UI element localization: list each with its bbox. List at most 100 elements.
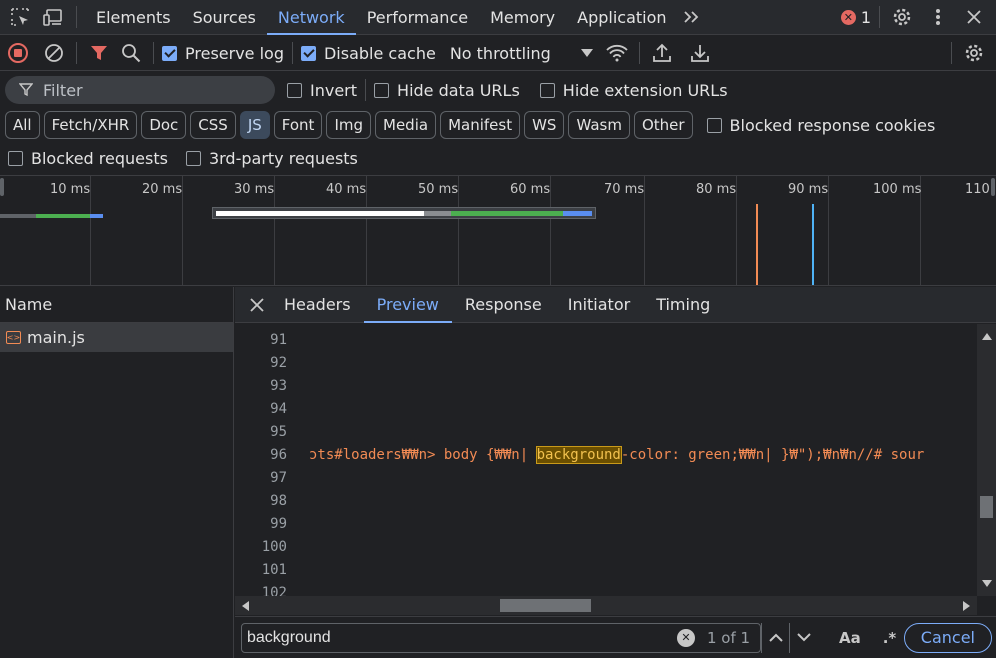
checkbox-checked[interactable] bbox=[300, 45, 316, 61]
disable-cache-checkbox[interactable]: Disable cache bbox=[300, 44, 436, 63]
invert-label: Invert bbox=[310, 80, 358, 100]
chip-media[interactable]: Media bbox=[375, 111, 437, 139]
export-har-download-icon[interactable] bbox=[686, 39, 714, 67]
preserve-log-checkbox[interactable]: Preserve log bbox=[162, 44, 284, 63]
name-column-header[interactable]: Name bbox=[0, 287, 233, 323]
tab-application[interactable]: Application bbox=[566, 0, 677, 35]
checkbox-unchecked[interactable] bbox=[706, 117, 722, 133]
tab-response[interactable]: Response bbox=[452, 287, 555, 323]
stop-recording-icon[interactable] bbox=[4, 39, 32, 67]
request-detail-panel: Headers Preview Response Initiator Timin… bbox=[235, 287, 996, 658]
hide-extension-urls-checkbox[interactable]: Hide extension URLs bbox=[539, 80, 728, 100]
filter-funnel-icon[interactable] bbox=[85, 39, 113, 67]
line-number: 99 bbox=[270, 516, 287, 532]
chip-css[interactable]: CSS bbox=[190, 111, 236, 139]
tab-performance[interactable]: Performance bbox=[356, 0, 479, 35]
tab-headers[interactable]: Headers bbox=[271, 287, 364, 323]
chip-all[interactable]: All bbox=[5, 111, 40, 139]
clear-search-icon[interactable]: ✕ bbox=[677, 628, 695, 647]
dropdown-arrow-icon bbox=[580, 49, 593, 57]
checkbox-unchecked[interactable] bbox=[539, 82, 555, 98]
invert-checkbox[interactable]: Invert bbox=[287, 81, 357, 100]
more-options-icon[interactable] bbox=[924, 3, 952, 31]
checkbox-unchecked[interactable] bbox=[287, 82, 302, 98]
tick-label: 60 ms bbox=[510, 182, 551, 197]
horizontal-scrollbar[interactable] bbox=[235, 596, 977, 615]
error-counter[interactable]: ✕ 1 bbox=[840, 7, 871, 27]
chip-img[interactable]: Img bbox=[326, 111, 372, 139]
chip-js[interactable]: JS bbox=[239, 111, 270, 139]
network-toolbar: Preserve log Disable cache No throttling bbox=[0, 36, 996, 71]
line-number: 96 bbox=[270, 447, 287, 463]
more-tabs-chevron-icon[interactable] bbox=[678, 3, 706, 31]
network-overview-timeline[interactable]: 10 ms 20 ms 30 ms 40 ms 50 ms 60 ms 70 m… bbox=[0, 175, 996, 286]
blocked-response-cookies-checkbox[interactable]: Blocked response cookies bbox=[706, 115, 936, 135]
throttling-select[interactable]: No throttling bbox=[450, 44, 593, 63]
search-input[interactable] bbox=[247, 628, 677, 647]
chip-font[interactable]: Font bbox=[273, 111, 323, 139]
divider bbox=[879, 6, 880, 28]
regex-button[interactable]: .* bbox=[883, 629, 897, 647]
chip-fetch-xhr[interactable]: Fetch/XHR bbox=[43, 111, 138, 139]
tab-initiator[interactable]: Initiator bbox=[555, 287, 643, 323]
close-detail-icon[interactable] bbox=[243, 291, 271, 319]
blocked-requests-checkbox[interactable]: Blocked requests bbox=[8, 149, 168, 168]
checkbox-unchecked[interactable] bbox=[374, 82, 390, 98]
checkbox-unchecked[interactable] bbox=[185, 150, 201, 166]
request-bar-end bbox=[563, 211, 592, 216]
overview-right-handle[interactable] bbox=[991, 178, 995, 196]
overview-left-handle[interactable] bbox=[0, 178, 4, 196]
vertical-scroll-thumb[interactable] bbox=[980, 496, 993, 518]
request-row[interactable]: <> main.js bbox=[0, 323, 233, 352]
blocked-response-cookies-label: Blocked response cookies bbox=[729, 115, 936, 135]
chip-ws[interactable]: WS bbox=[524, 111, 565, 139]
checkbox-unchecked[interactable] bbox=[8, 150, 23, 166]
match-case-button[interactable]: Aa bbox=[839, 629, 861, 647]
scroll-right-arrow-icon bbox=[963, 601, 970, 611]
network-settings-gear-icon[interactable] bbox=[960, 39, 988, 67]
checkbox-checked[interactable] bbox=[162, 45, 177, 61]
third-party-requests-checkbox[interactable]: 3rd-party requests bbox=[185, 149, 358, 168]
detail-tab-bar: Headers Preview Response Initiator Timin… bbox=[235, 287, 996, 323]
close-devtools-icon[interactable] bbox=[960, 3, 988, 31]
previous-match-icon[interactable] bbox=[761, 622, 789, 653]
tab-timing[interactable]: Timing bbox=[643, 287, 723, 323]
tab-elements[interactable]: Elements bbox=[85, 0, 182, 35]
tick-label: 80 ms bbox=[696, 182, 737, 197]
cancel-search-button[interactable]: Cancel bbox=[903, 622, 992, 653]
grid-line bbox=[90, 176, 91, 285]
chip-wasm[interactable]: Wasm bbox=[568, 111, 630, 139]
tick-label: 110 bbox=[965, 182, 990, 197]
filter-input[interactable]: Filter bbox=[5, 76, 275, 104]
hide-data-urls-checkbox[interactable]: Hide data URLs bbox=[374, 81, 520, 100]
device-toolbar-icon[interactable] bbox=[40, 3, 68, 31]
vertical-scrollbar[interactable] bbox=[977, 324, 996, 596]
line-number: 92 bbox=[270, 355, 287, 371]
chip-manifest[interactable]: Manifest bbox=[440, 111, 521, 139]
request-list: Name <> main.js bbox=[0, 287, 234, 658]
tab-preview[interactable]: Preview bbox=[363, 287, 452, 323]
divider bbox=[76, 42, 77, 64]
network-conditions-wifi-icon[interactable] bbox=[603, 39, 631, 67]
line-number: 94 bbox=[270, 401, 287, 417]
request-bar-queue bbox=[424, 211, 451, 216]
search-field[interactable]: ✕ 1 of 1 bbox=[241, 622, 761, 653]
error-count: 1 bbox=[860, 7, 871, 27]
code-preview[interactable]: 91 92 93 94 95 96 97 98 99 100 101 102 ɔ… bbox=[235, 324, 977, 596]
clear-icon[interactable] bbox=[40, 39, 68, 67]
chip-doc[interactable]: Doc bbox=[141, 111, 187, 139]
chip-other[interactable]: Other bbox=[633, 111, 693, 139]
import-har-upload-icon[interactable] bbox=[648, 39, 676, 67]
inspect-element-icon[interactable] bbox=[6, 3, 34, 31]
hide-extension-urls-label: Hide extension URLs bbox=[562, 80, 728, 100]
horizontal-scroll-thumb[interactable] bbox=[500, 599, 591, 612]
tick-label: 50 ms bbox=[418, 182, 459, 197]
tab-sources[interactable]: Sources bbox=[182, 0, 267, 35]
tab-memory[interactable]: Memory bbox=[479, 0, 566, 35]
tab-network[interactable]: Network bbox=[266, 0, 356, 35]
settings-gear-icon[interactable] bbox=[888, 3, 916, 31]
divider bbox=[951, 42, 952, 64]
tick-label: 40 ms bbox=[326, 182, 367, 197]
search-icon[interactable] bbox=[117, 39, 145, 67]
next-match-icon[interactable] bbox=[789, 622, 817, 653]
